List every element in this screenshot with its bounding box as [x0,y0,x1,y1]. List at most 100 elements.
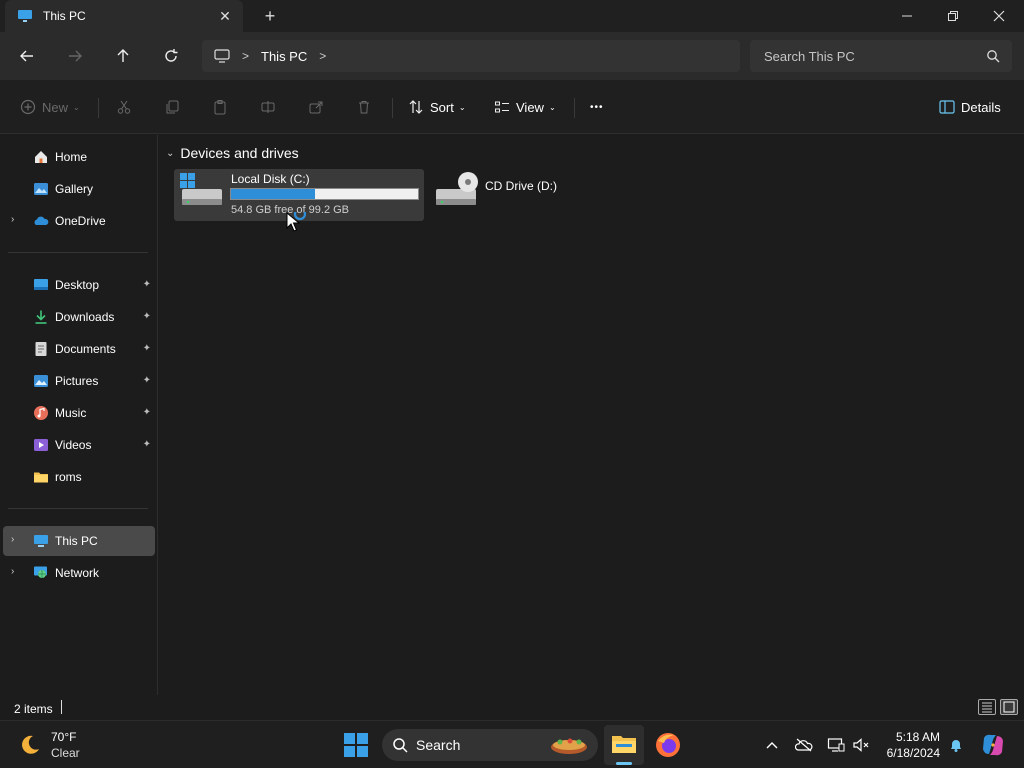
refresh-button[interactable] [159,44,183,68]
clock-date[interactable]: 6/18/2024 [887,746,940,760]
sidebar-item-roms[interactable]: roms [3,462,155,492]
sort-label: Sort [430,99,454,115]
sidebar-item-onedrive[interactable]: › OneDrive [3,206,155,236]
chevron-down-icon[interactable]: ⌄ [166,148,174,159]
command-bar: New ⌄ Sort ⌄ View ⌄ ••• Details [0,80,1024,134]
forward-button[interactable] [63,44,87,68]
sidebar-item-home[interactable]: Home [3,142,155,172]
minimize-button[interactable] [884,0,930,32]
arrow-left-icon [20,50,33,62]
pin-icon[interactable]: ✦ [143,279,151,290]
gallery-icon [33,181,49,197]
sidebar-item-desktop[interactable]: Desktop ✦ [3,270,155,300]
chevron-right-icon[interactable]: › [11,534,14,545]
pin-icon[interactable]: ✦ [143,375,151,386]
tab-title: This PC [43,9,86,23]
restore-button[interactable] [930,0,976,32]
network-icon [33,565,49,581]
copilot-icon[interactable] [980,732,1006,758]
chevron-right-icon[interactable]: > [242,49,249,63]
weather-condition[interactable]: Clear [51,746,80,760]
search-box[interactable] [750,40,1012,72]
weather-temperature[interactable]: 70°F [51,730,76,744]
rename-button[interactable] [260,95,282,119]
file-explorer-icon [612,736,636,753]
new-button[interactable]: New ⌄ [20,95,80,119]
tiles-view-button[interactable] [1000,699,1018,715]
divider [574,98,575,118]
chevron-right-icon[interactable]: › [11,214,14,225]
sidebar-item-network[interactable]: › Network [3,558,155,588]
notification-bell-icon[interactable] [947,736,965,754]
close-icon[interactable]: ✕ [217,8,233,24]
view-button[interactable]: View ⌄ [494,95,556,119]
more-options-button[interactable]: ••• [590,95,604,119]
sidebar-item-this-pc[interactable]: › This PC [3,526,155,556]
moon-icon[interactable] [18,733,42,760]
item-count: 2 items [14,702,53,716]
sort-button[interactable]: Sort ⌄ [408,95,466,119]
breadcrumb-this-pc[interactable]: This PC [261,49,307,64]
sidebar-item-documents[interactable]: Documents ✦ [3,334,155,364]
group-devices-and-drives[interactable]: ⌄ Devices and drives [166,145,299,161]
rename-icon [261,101,275,113]
firefox-icon [656,733,680,757]
volume-muted-icon[interactable] [852,736,870,754]
minimize-icon [902,15,912,17]
tiles-view-icon [1003,701,1015,713]
music-icon [33,405,49,421]
chevron-right-icon[interactable]: > [319,49,326,63]
pin-icon[interactable]: ✦ [143,311,151,322]
documents-icon [33,341,49,357]
start-button[interactable] [343,732,369,761]
sidebar-item-videos[interactable]: Videos ✦ [3,430,155,460]
clock-time[interactable]: 5:18 AM [896,730,940,744]
share-button[interactable] [308,95,330,119]
details-view-icon [982,702,992,713]
paste-button[interactable] [212,95,234,119]
divider [8,508,148,509]
copy-button[interactable] [164,95,186,119]
sidebar-item-music[interactable]: Music ✦ [3,398,155,428]
pin-icon[interactable]: ✦ [143,407,151,418]
cd-drive-icon [434,171,480,212]
search-input[interactable] [764,48,974,64]
copy-icon [166,100,179,114]
pin-icon[interactable]: ✦ [143,439,151,450]
sidebar-item-downloads[interactable]: Downloads ✦ [3,302,155,332]
arrow-right-icon [69,50,82,62]
drive-name: CD Drive (D:) [485,179,557,193]
divider [392,98,393,118]
onedrive-icon [33,213,49,229]
search-icon [393,738,408,753]
refresh-icon [165,49,178,62]
taskbar: 70°F Clear Search 5:18 AM 6/18/2024 [0,720,1024,768]
cut-button[interactable] [116,95,138,119]
display-icon[interactable] [827,736,845,754]
up-button[interactable] [111,44,135,68]
desktop-icon [33,277,49,293]
chevron-up-icon[interactable] [763,736,781,754]
sidebar-item-gallery[interactable]: Gallery [3,174,155,204]
address-bar[interactable]: > This PC > [202,40,740,72]
details-pane-icon [939,100,955,114]
file-explorer-taskbar-button[interactable] [604,725,644,765]
divider [98,98,99,118]
close-window-button[interactable] [976,0,1022,32]
tab-this-pc[interactable]: This PC ✕ [5,0,243,32]
chevron-right-icon[interactable]: › [11,566,14,577]
delete-button[interactable] [356,95,378,119]
taskbar-search[interactable]: Search [382,729,598,761]
videos-icon [33,437,49,453]
firefox-taskbar-button[interactable] [654,731,682,762]
drive-tile-d[interactable]: CD Drive (D:) [432,169,572,221]
back-button[interactable] [15,44,39,68]
onedrive-offline-icon[interactable] [795,736,813,754]
details-button[interactable]: Details [939,95,1001,119]
details-view-button[interactable] [978,699,996,715]
sidebar-item-pictures[interactable]: Pictures ✦ [3,366,155,396]
new-tab-button[interactable]: + [260,7,280,27]
search-icon [987,50,1000,63]
pin-icon[interactable]: ✦ [143,343,151,354]
sort-icon [409,100,423,114]
